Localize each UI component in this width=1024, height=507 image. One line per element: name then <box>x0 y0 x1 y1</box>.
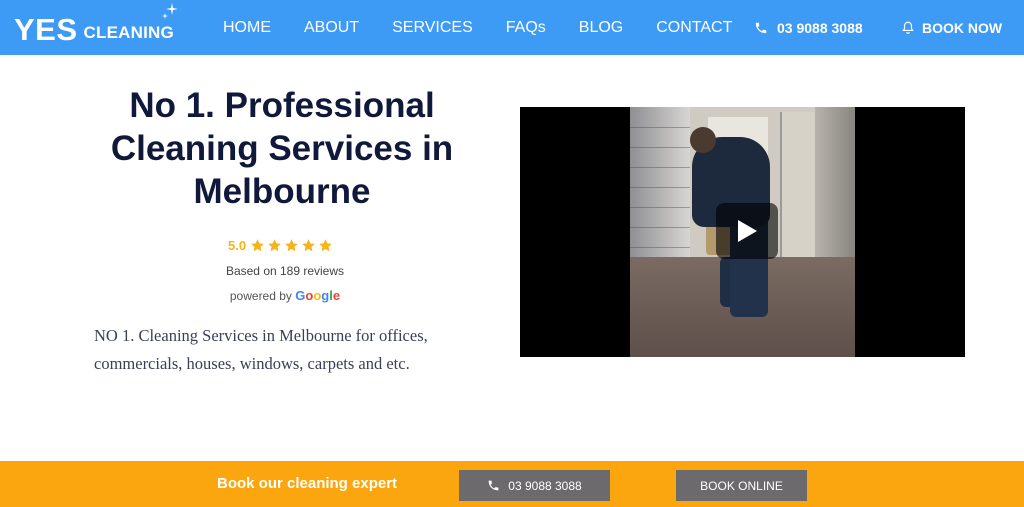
book-now-button[interactable]: BOOK NOW <box>901 0 1002 55</box>
nav-contact[interactable]: CONTACT <box>656 0 732 55</box>
nav-about[interactable]: ABOUT <box>304 0 359 55</box>
play-icon <box>738 220 757 242</box>
video-play-button[interactable] <box>716 203 778 259</box>
site-header: YES CLEANING HOME ABOUT SERVICES FAQs BL… <box>0 0 1024 55</box>
header-phone-link[interactable]: 03 9088 3088 <box>754 0 863 55</box>
logo-sub-text: CLEANING <box>83 23 174 42</box>
rating-stars: 5.0 <box>228 238 335 253</box>
promo-video[interactable] <box>520 107 965 357</box>
nav-home[interactable]: HOME <box>223 0 271 55</box>
logo-main-text: YES <box>14 12 78 47</box>
hero-title: No 1. Professional Cleaning Services in … <box>110 86 454 211</box>
phone-icon <box>488 480 499 491</box>
powered-by-google: powered by Google <box>185 288 385 303</box>
cta-text: Book our cleaning expert <box>217 475 398 492</box>
nav-blog[interactable]: BLOG <box>579 0 623 55</box>
powered-by-label: powered by <box>229 289 292 303</box>
nav-services[interactable]: SERVICES <box>392 0 473 55</box>
logo[interactable]: YES CLEANING <box>14 8 174 48</box>
star-icon <box>285 239 298 252</box>
hero-description: NO 1. Cleaning Services in Melbourne for… <box>94 326 428 373</box>
header-phone-number: 03 9088 3088 <box>777 19 863 36</box>
reviews-count: Based on 189 reviews <box>225 264 345 278</box>
bell-icon <box>902 21 914 34</box>
sparkle-icon <box>162 3 178 19</box>
nav-faqs[interactable]: FAQs <box>506 0 546 55</box>
phone-icon <box>755 22 767 33</box>
google-logo: Google <box>295 288 341 303</box>
star-icon <box>251 239 264 252</box>
call-button-label: 03 9088 3088 <box>508 478 582 493</box>
book-online-button[interactable]: BOOK ONLINE <box>676 470 807 501</box>
star-icon <box>319 239 332 252</box>
book-online-label: BOOK ONLINE <box>700 478 783 493</box>
book-now-label: BOOK NOW <box>922 19 1003 36</box>
rating-score: 5.0 <box>228 238 247 253</box>
star-icon <box>268 239 281 252</box>
call-button[interactable]: 03 9088 3088 <box>459 470 610 501</box>
bottom-cta-bar: Book our cleaning expert 03 9088 3088 BO… <box>0 461 1024 507</box>
star-icon <box>302 239 315 252</box>
main-nav: HOME ABOUT SERVICES FAQs BLOG CONTACT <box>223 0 765 55</box>
